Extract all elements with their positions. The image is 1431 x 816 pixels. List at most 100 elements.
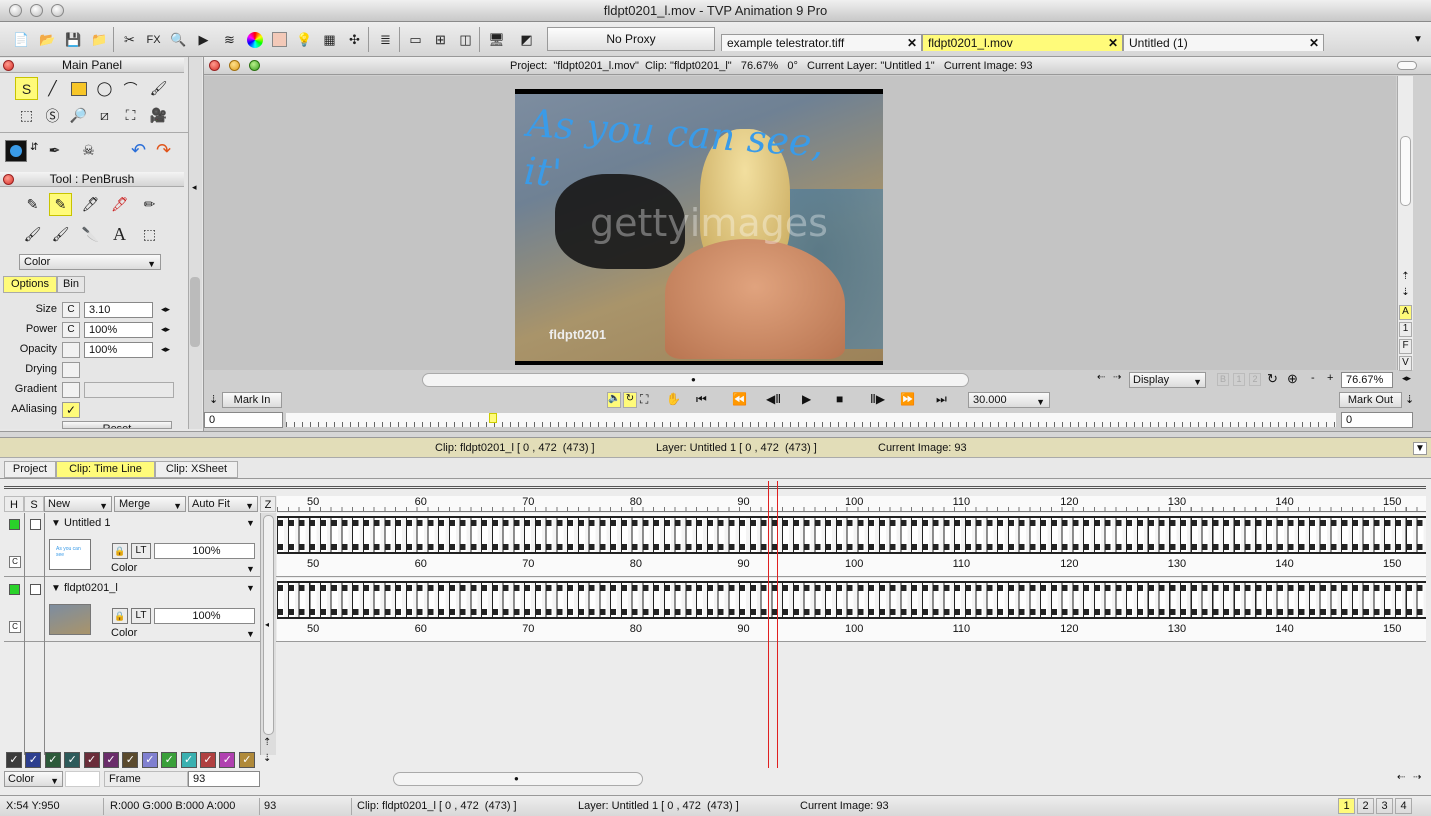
vscroll-thumb[interactable] (1400, 136, 1411, 206)
tab-project[interactable]: Project (4, 461, 56, 478)
pencil-brush-icon[interactable]: ✎ (21, 193, 44, 216)
zoom-stepper-icon[interactable]: ◂▸ (1402, 373, 1411, 384)
swap-colors-icon[interactable]: ⇵ (30, 142, 38, 153)
close-panel-icon[interactable] (3, 60, 14, 71)
fx-button[interactable]: FX (142, 28, 165, 51)
timeline-menu-chevron-icon[interactable]: ▼ (1413, 442, 1427, 455)
folder-icon[interactable]: 📁 (88, 28, 111, 51)
side-button-1[interactable]: 1 (1399, 322, 1412, 337)
close-tab-icon[interactable]: ✕ (1108, 35, 1118, 51)
mark-out-button[interactable]: Mark Out (1339, 392, 1402, 408)
viewer-toolbar-toggle[interactable] (1397, 61, 1417, 70)
side-button-v[interactable]: V (1399, 356, 1412, 371)
paint-brush-icon[interactable]: 🖌 (21, 223, 44, 246)
frame-field[interactable]: 93 (188, 771, 260, 787)
layer-blend-mode[interactable]: Color (111, 627, 137, 639)
monitor-icon[interactable]: 🖥 (485, 28, 508, 51)
layers-vscrollbar[interactable]: ◂ (260, 513, 276, 755)
timeline-hscrollbar[interactable]: ● (393, 772, 643, 786)
prev-view-icon[interactable]: ⇠ (1097, 372, 1105, 383)
fps-select[interactable]: 30.000 ▼ (968, 392, 1050, 408)
viewer-mini-timeline[interactable] (286, 413, 1336, 427)
splitter[interactable] (0, 431, 1431, 438)
color-label-checkbox[interactable]: ✓ (238, 752, 255, 768)
eyedropper-tool[interactable]: ✒ (43, 139, 66, 162)
quad-view-icon[interactable]: ⊞ (429, 28, 452, 51)
viewer-hscrollbar[interactable]: ● (422, 373, 969, 387)
fit-icon[interactable]: ⛶ (640, 392, 648, 407)
mark-in-field[interactable]: 0 (204, 412, 283, 428)
aaliasing-checkbox[interactable]: ✓ (62, 402, 80, 418)
grid-icon[interactable]: ▦ (318, 28, 341, 51)
reset-button[interactable]: Reset (62, 421, 172, 429)
timeline-ruler[interactable]: 50 60 70 80 90 100 110 120 130 140 150 (277, 496, 1426, 512)
power-stepper-icon[interactable]: ◂▸ (161, 324, 170, 335)
step-forward-icon[interactable]: Ⅱ▶ (870, 392, 885, 406)
power-field[interactable]: 100% (84, 322, 153, 338)
color-filter-select[interactable]: Color ▼ (4, 771, 63, 787)
lasso-select-tool[interactable]: Ⓢ (41, 104, 64, 127)
layer-c-button[interactable]: C (9, 556, 21, 568)
layer-solo-toggle[interactable] (30, 584, 41, 595)
skull-icon[interactable]: ☠ (77, 139, 100, 162)
layer-track-fldpt0201[interactable]: 50 60 70 80 90 100 110 120 130 140 150 (277, 578, 1426, 642)
opacity-curve-button[interactable] (62, 342, 80, 358)
chevron-down-icon[interactable]: ▼ (246, 564, 255, 574)
light-icon[interactable]: 💡 (293, 28, 316, 51)
light-table-button[interactable]: LT (131, 608, 151, 624)
airbrush-icon[interactable]: 🖋 (108, 193, 131, 216)
color-swatch[interactable] (5, 140, 27, 162)
scroll-right-icon[interactable]: ⇢ (1413, 772, 1421, 783)
gradient-checkbox[interactable] (62, 382, 80, 398)
workspace-page-2[interactable]: 2 (1357, 798, 1374, 814)
undo-icon[interactable]: ↶ (127, 139, 150, 162)
play-icon[interactable]: ▶ (192, 28, 215, 51)
tab-options[interactable]: Options (3, 276, 57, 293)
scroll-left-icon[interactable]: ⇠ (1397, 772, 1405, 783)
color-filter-swatch[interactable] (65, 771, 100, 787)
layer-solo-toggle[interactable] (30, 519, 41, 530)
side-button-f[interactable]: F (1399, 339, 1412, 354)
page-button-2[interactable]: 2 (1249, 373, 1261, 386)
scroll-up-icon[interactable]: ⇡ (263, 737, 271, 748)
workspace-page-1[interactable]: 1 (1338, 798, 1355, 814)
scroll-up-icon[interactable]: ⇡ (1399, 271, 1412, 285)
layer-opacity-field[interactable]: 100% (154, 543, 255, 559)
chevron-down-icon[interactable]: ▼ (246, 629, 255, 639)
color-label-checkbox[interactable]: ✓ (83, 752, 100, 768)
side-button-a[interactable]: A (1399, 305, 1412, 320)
layer-visibility-toggle[interactable] (9, 519, 20, 530)
play-button-icon[interactable]: ▶ (802, 392, 811, 406)
knife-brush-icon[interactable]: 🔪 (79, 223, 102, 246)
collapse-triangle-icon[interactable]: ▼ (51, 583, 61, 594)
mark-in-arrow-icon[interactable]: ⇣ (209, 393, 218, 406)
view-mode-icon[interactable]: B (1217, 373, 1229, 386)
crayon-brush-icon[interactable]: ✏ (138, 193, 161, 216)
zoom-out-icon[interactable]: - (1311, 372, 1315, 384)
center-icon[interactable]: ⊕ (1287, 371, 1298, 387)
auto-fit-button[interactable]: Auto Fit ▼ (188, 496, 258, 512)
close-panel-icon[interactable] (3, 174, 14, 185)
layer-blend-mode[interactable]: Color (111, 562, 137, 574)
color-label-checkbox[interactable]: ✓ (103, 752, 119, 768)
crop-tool[interactable]: ⧄ (93, 104, 116, 127)
display-select[interactable]: Display ▼ (1129, 372, 1206, 388)
transform-tool[interactable]: ⛶ (119, 104, 142, 127)
document-tab-1[interactable]: example telestrator.tiff ✕ (721, 34, 922, 51)
header-z[interactable]: Z (260, 496, 276, 512)
gradient-field[interactable] (84, 382, 174, 398)
page-button-1[interactable]: 1 (1233, 373, 1245, 386)
rect-select-tool[interactable]: ⬚ (15, 104, 38, 127)
left-panel-scrollbar[interactable]: ◂ (188, 57, 202, 429)
scroll-down-icon[interactable]: ⇣ (1399, 287, 1412, 301)
opacity-field[interactable]: 100% (84, 342, 153, 358)
color-label-checkbox[interactable]: ✓ (64, 752, 81, 768)
camera-tool[interactable]: 🎥 (147, 104, 170, 127)
new-layer-button[interactable]: New ▼ (44, 496, 112, 512)
layer-name[interactable]: fldpt0201_l (64, 582, 118, 594)
magnifier-icon[interactable]: 🔍 (167, 28, 190, 51)
warp-tool-icon[interactable]: ⬚ (138, 223, 161, 246)
layer-track-untitled-1[interactable]: 50 60 70 80 90 100 110 120 130 140 150 (277, 513, 1426, 577)
rewind-icon[interactable]: ⏪ (732, 392, 747, 406)
color-label-checkbox[interactable]: ✓ (219, 752, 236, 768)
